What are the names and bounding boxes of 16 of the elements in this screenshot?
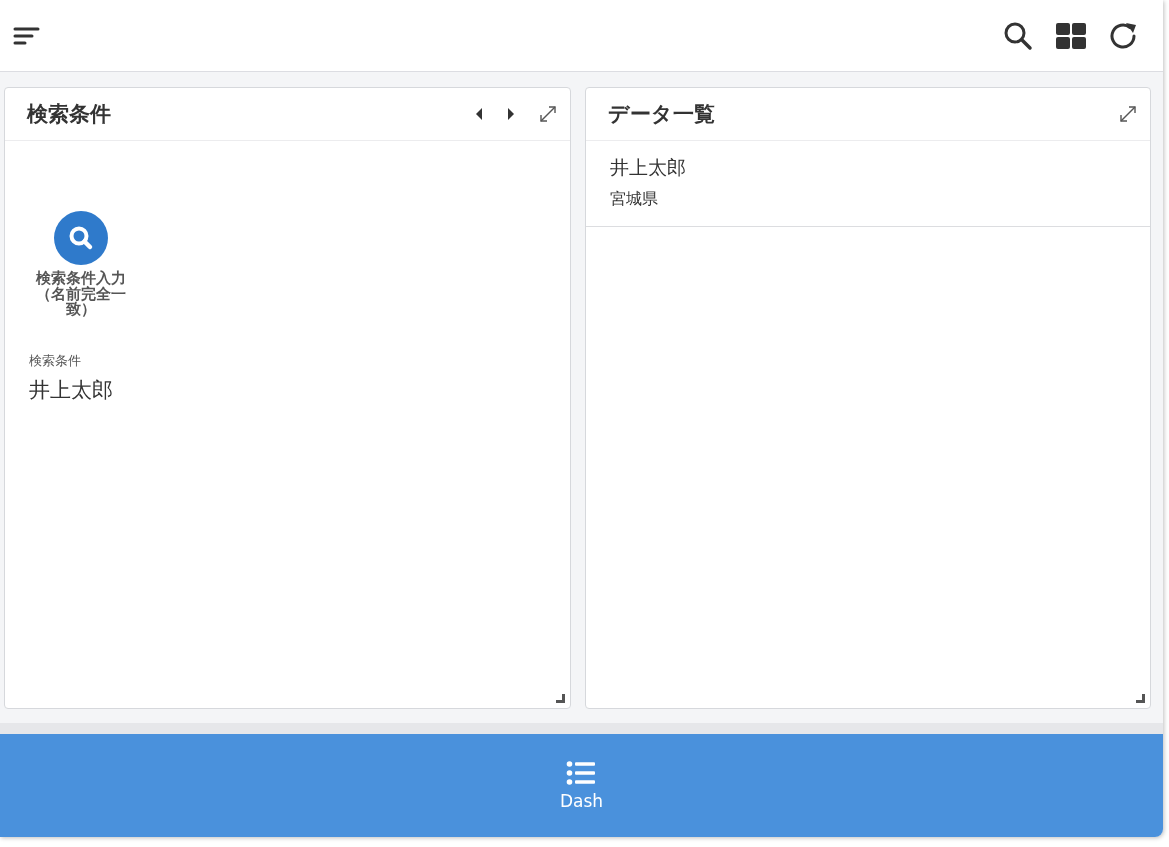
search-launcher[interactable]: 検索条件入力（名前完全一致）: [23, 211, 139, 318]
list-item[interactable]: 井上太郎 宮城県: [585, 141, 1150, 227]
field-label: 検索条件: [29, 351, 82, 370]
panel-title: データ一覧: [607, 101, 716, 128]
refresh-icon[interactable]: [1109, 20, 1139, 51]
field-value: 井上太郎: [29, 376, 114, 404]
resize-handle-icon[interactable]: [555, 694, 565, 703]
search-icon[interactable]: [1003, 20, 1033, 51]
expand-icon[interactable]: [537, 104, 558, 124]
panel-title: 検索条件: [27, 101, 112, 128]
grid-icon[interactable]: [1055, 21, 1087, 50]
resize-handle-icon[interactable]: [1136, 694, 1145, 703]
list-icon: [566, 760, 597, 785]
expand-icon[interactable]: [1118, 104, 1138, 124]
search-icon: [54, 211, 108, 265]
caret-right-icon[interactable]: [505, 107, 516, 121]
